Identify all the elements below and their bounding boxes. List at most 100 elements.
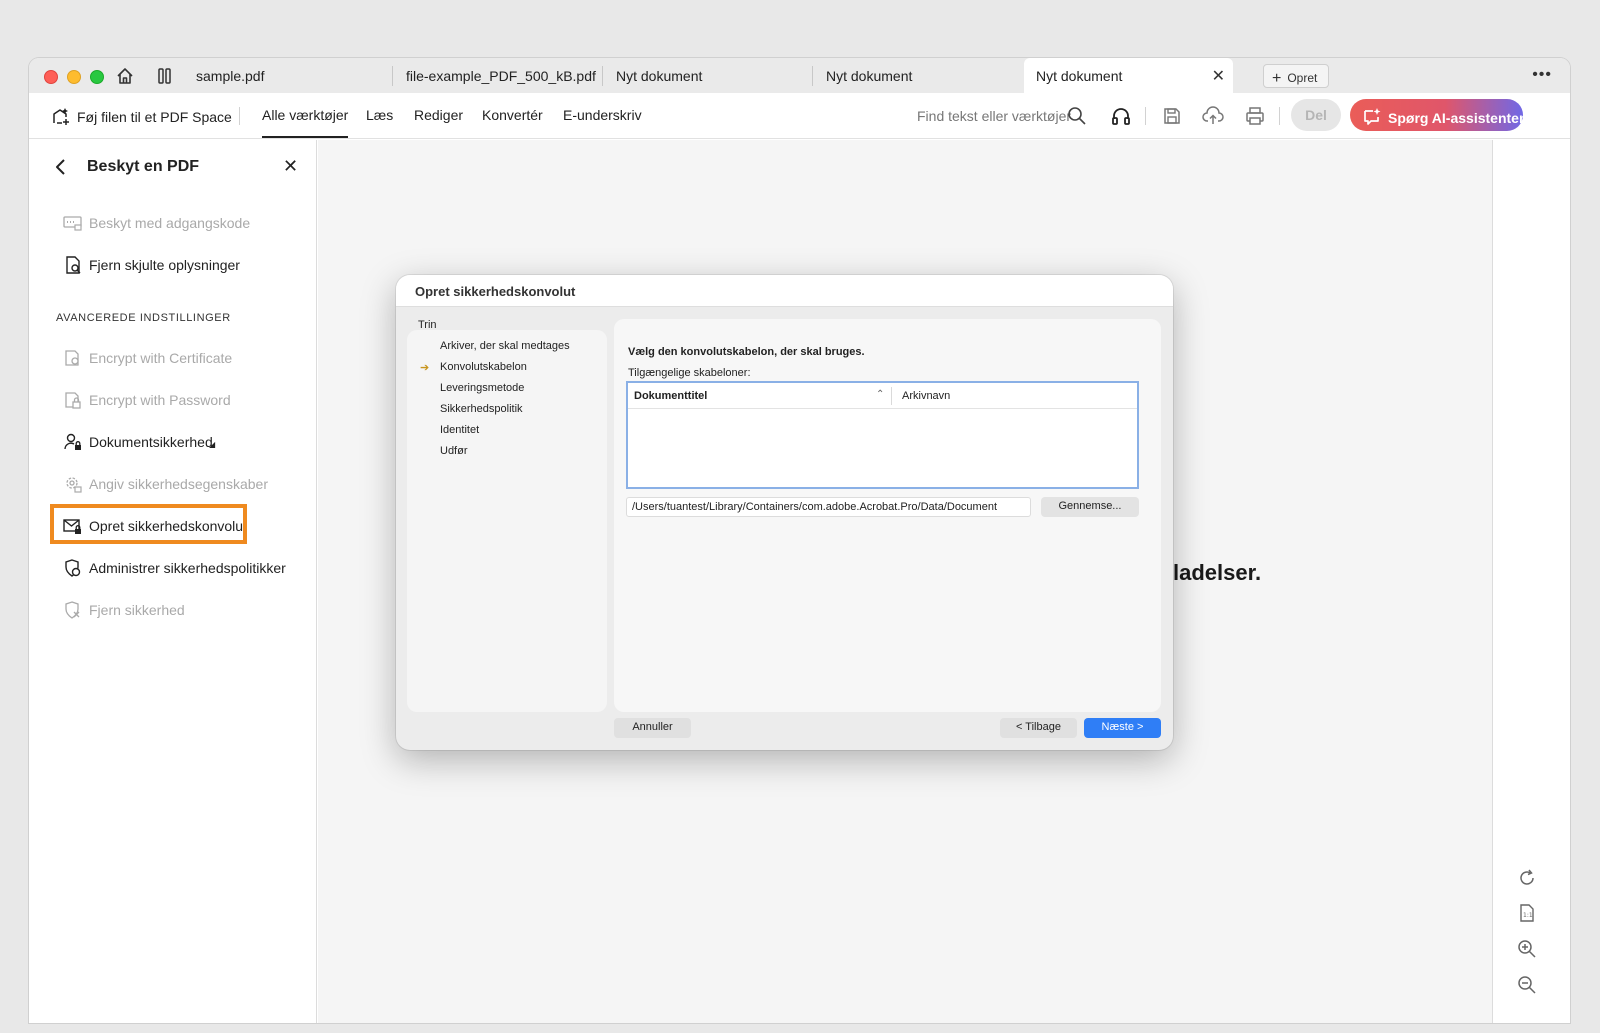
panel-heading: Vælg den konvolutskabelon, der skal brug…: [628, 346, 865, 358]
tab-divider: [812, 66, 813, 86]
share-button[interactable]: Del: [1291, 99, 1341, 131]
menu-read[interactable]: Læs: [366, 107, 393, 123]
panel-title: Beskyt en PDF: [87, 158, 200, 175]
close-panel-icon[interactable]: ✕: [283, 156, 298, 177]
toolbar-divider: [1279, 107, 1280, 125]
pdf-space-add-icon: [53, 108, 69, 125]
item-label: Fjern sikkerhed: [89, 602, 185, 618]
template-path-field[interactable]: /Users/tuantest/Library/Containers/com.a…: [626, 497, 1031, 517]
save-icon[interactable]: [1161, 105, 1183, 127]
user-lock-icon: [64, 433, 81, 450]
highlight-box: [50, 504, 247, 544]
menu-convert[interactable]: Konvertér: [482, 107, 543, 123]
step-template: Konvolutskabelon: [440, 361, 527, 373]
ai-assistant-label: Spørg AI-assistenten: [1388, 110, 1528, 126]
headphones-icon[interactable]: [1110, 105, 1132, 127]
tab-nyt-dokument-2[interactable]: Nyt dokument: [814, 58, 1022, 93]
step-files: Arkiver, der skal medtages: [440, 340, 570, 352]
item-label: Angiv sikkerhedsegenskaber: [89, 476, 268, 492]
svg-text:1:1: 1:1: [1523, 912, 1533, 919]
shield-remove-icon: [65, 601, 80, 619]
item-label: Fjern skjulte oplysninger: [89, 257, 240, 273]
tab-sample-pdf[interactable]: sample.pdf: [184, 58, 392, 93]
templates-table[interactable]: Dokumenttitel ⌃ Arkivnavn: [626, 381, 1139, 489]
column-divider: [891, 387, 892, 405]
tab-label: Nyt dokument: [826, 68, 913, 84]
rotate-icon[interactable]: [1517, 868, 1537, 888]
new-tab-button[interactable]: + Opret: [1263, 64, 1329, 88]
home-icon[interactable]: [115, 66, 135, 86]
submenu-indicator-icon: ◢: [209, 440, 216, 449]
dialog-title: Opret sikkerhedskonvolut: [415, 284, 576, 299]
tab-divider: [602, 66, 603, 86]
ai-assistant-button[interactable]: Spørg AI-assistenten: [1350, 99, 1528, 131]
advanced-settings-heading: AVANCEREDE INDSTILLINGER: [56, 312, 231, 324]
tab-file-example[interactable]: file-example_PDF_500_kB.pdf: [394, 58, 602, 93]
right-rail: 1:1: [1492, 140, 1570, 1023]
new-tab-label: Opret: [1287, 71, 1318, 85]
security-envelope-dialog: Opret sikkerhedskonvolut Arkiver, der sk…: [396, 275, 1173, 750]
back-arrow-icon[interactable]: [53, 157, 69, 177]
document-search-icon: [66, 256, 81, 274]
step-policy: Sikkerhedspolitik: [440, 403, 523, 415]
toolbar-divider: [239, 107, 240, 125]
next-button[interactable]: Næste >: [1084, 718, 1161, 738]
zoom-window-button[interactable]: [90, 70, 104, 84]
tab-label: Nyt dokument: [616, 68, 703, 84]
close-tab-icon[interactable]: ✕: [1212, 66, 1225, 86]
menu-e-sign[interactable]: E-underskriv: [563, 107, 642, 123]
toolbar-divider: [1145, 107, 1146, 125]
item-label: Encrypt with Certificate: [89, 350, 233, 366]
item-label: Dokumentsikkerhed: [89, 434, 213, 450]
item-label: Administrer sikkerhedspolitikker: [89, 560, 286, 576]
minimize-window-button[interactable]: [67, 70, 81, 84]
step-identity: Identitet: [440, 424, 480, 436]
add-to-pdf-space-button[interactable]: Føj filen til et PDF Space: [51, 106, 232, 126]
template-panel: Vælg den konvolutskabelon, der skal brug…: [614, 319, 1161, 712]
tab-nyt-dokument-1[interactable]: Nyt dokument: [604, 58, 812, 93]
certificate-lock-icon: [65, 350, 79, 366]
tab-label: sample.pdf: [196, 68, 265, 84]
zoom-in-icon[interactable]: [1517, 939, 1537, 959]
plus-icon: +: [1272, 70, 1282, 87]
menu-all-tools[interactable]: Alle værktøjer: [262, 107, 349, 138]
column-file-name[interactable]: Arkivnavn: [902, 390, 950, 402]
current-step-arrow-icon: ➔: [420, 362, 430, 374]
table-header: Dokumenttitel ⌃ Arkivnavn: [628, 383, 1137, 409]
search-input[interactable]: Find tekst eller værktøjer: [917, 108, 1071, 124]
tab-label: Nyt dokument: [1036, 68, 1123, 84]
page-fit-icon[interactable]: 1:1: [1517, 903, 1537, 923]
zoom-out-icon[interactable]: [1517, 975, 1537, 995]
tab-bar: sample.pdf file-example_PDF_500_kB.pdf N…: [29, 58, 1570, 93]
column-document-title[interactable]: Dokumenttitel: [634, 390, 707, 402]
more-options-icon[interactable]: •••: [1532, 66, 1552, 84]
menu-edit[interactable]: Rediger: [414, 107, 463, 123]
panel-subheading: Tilgængelige skabeloner:: [628, 367, 751, 379]
back-button[interactable]: < Tilbage: [1000, 718, 1077, 738]
cancel-button[interactable]: Annuller: [614, 718, 691, 738]
document-text: ladelser.: [1173, 560, 1262, 585]
tab-list-icon[interactable]: [155, 66, 175, 86]
close-window-button[interactable]: [44, 70, 58, 84]
steps-label: Trin: [418, 319, 437, 331]
policy-shield-icon: [65, 559, 81, 577]
search-icon[interactable]: [1066, 105, 1088, 127]
protect-pdf-panel: Beskyt en PDF ✕ Beskyt med adgangskode F…: [29, 140, 317, 1023]
add-to-pdf-space-label: Føj filen til et PDF Space: [77, 109, 232, 125]
step-finish: Udfør: [440, 445, 468, 457]
main-toolbar: Føj filen til et PDF Space Alle værktøje…: [29, 93, 1570, 139]
print-icon[interactable]: [1244, 105, 1266, 127]
password-lock-icon: [65, 392, 81, 409]
tab-label: file-example_PDF_500_kB.pdf: [406, 68, 596, 84]
tab-divider: [392, 66, 393, 86]
browse-button[interactable]: Gennemse...: [1041, 497, 1139, 517]
sort-ascending-icon[interactable]: ⌃: [876, 389, 884, 400]
item-label: Encrypt with Password: [89, 392, 231, 408]
gear-lock-icon: [66, 477, 82, 493]
tab-nyt-dokument-active[interactable]: Nyt dokument ✕: [1024, 58, 1233, 93]
steps-panel: Arkiver, der skal medtages ➔ Konvolutska…: [407, 330, 607, 712]
dialog-header: Opret sikkerhedskonvolut: [396, 275, 1173, 307]
cloud-upload-icon[interactable]: [1202, 105, 1224, 127]
step-delivery: Leveringsmetode: [440, 382, 525, 394]
ai-chat-icon: [1364, 108, 1381, 125]
